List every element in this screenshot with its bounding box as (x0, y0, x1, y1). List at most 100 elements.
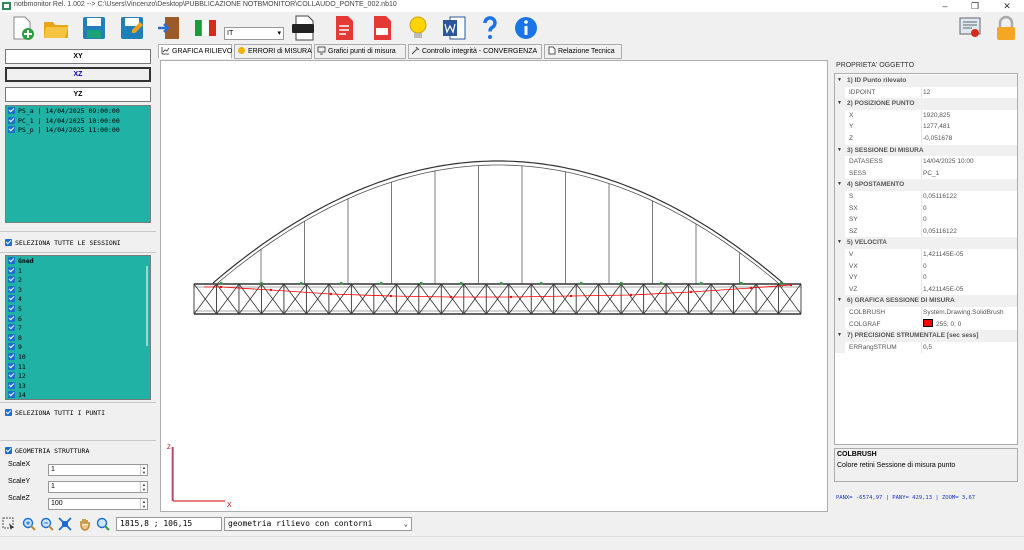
spin-arrows-icon[interactable]: ▲ ▼ (140, 482, 147, 492)
view-mode-select[interactable]: geometria rilievo con contorni ⌄ (224, 517, 412, 531)
property-row[interactable]: VZ 1,421145E-05 (835, 283, 1017, 296)
pdf-report-icon[interactable] (330, 14, 358, 42)
spin-arrows-icon[interactable]: ▲ ▼ (140, 499, 147, 509)
property-category[interactable]: ▼ 3) SESSIONE DI MISURA (835, 144, 1017, 157)
session-item[interactable]: PC_1 | 14/04/2025 10:00:00 (6, 116, 150, 127)
zoom-in-icon[interactable] (22, 517, 36, 531)
collapse-icon[interactable]: ▼ (837, 98, 842, 110)
checkbox-icon (8, 107, 15, 114)
view-xz-button[interactable]: XZ (5, 67, 151, 82)
property-row[interactable]: VY 0 (835, 272, 1017, 284)
property-row[interactable]: COLBRUSH System.Drawing.SolidBrush (835, 307, 1017, 319)
select-cursor-icon[interactable] (2, 517, 16, 531)
property-row[interactable]: V 1,421145E-05 (835, 249, 1017, 261)
csv-export-icon[interactable] (290, 14, 318, 42)
collapse-icon[interactable]: ▼ (837, 75, 842, 87)
help-icon[interactable] (476, 14, 504, 42)
scale-z-input[interactable]: 100 ▲ ▼ (48, 498, 148, 510)
tab-grafici-punti[interactable]: Grafici punti di misura (314, 44, 406, 59)
point-item[interactable]: Gned (6, 257, 150, 267)
pan-hand-icon[interactable] (78, 517, 92, 531)
exit-door-icon[interactable] (156, 14, 184, 42)
collapse-icon[interactable]: ▼ (837, 179, 842, 191)
scale-x-input[interactable]: 1 ▲ ▼ (48, 464, 148, 476)
property-category[interactable]: ▼ 2) POSIZIONE PUNTO (835, 98, 1017, 110)
spin-arrows-icon[interactable]: ▲ ▼ (140, 465, 147, 475)
property-category[interactable]: ▼ 7) PRECISIONE STRUMENTALE [sec sess] (835, 330, 1017, 342)
property-category[interactable]: ▼ 1) ID Punto rilevato (835, 75, 1017, 87)
new-file-icon[interactable] (8, 14, 36, 42)
point-item[interactable]: 14 (6, 391, 150, 399)
property-row[interactable]: IDPOINT 12 (835, 86, 1017, 99)
scale-z-label: ScaleZ (8, 495, 30, 502)
open-folder-icon[interactable] (42, 14, 70, 42)
session-item[interactable]: PS_a | 14/04/2025 09:00:00 (6, 107, 150, 117)
scale-y-input[interactable]: 1 ▲ ▼ (48, 481, 148, 493)
point-item[interactable]: 9 (6, 343, 150, 353)
property-row[interactable]: Y 1277,481 (835, 121, 1017, 133)
zoom-out-icon[interactable] (40, 517, 54, 531)
checkbox-icon (8, 391, 15, 399)
italian-flag-icon[interactable] (192, 14, 220, 42)
view-yz-button[interactable]: YZ (5, 87, 151, 102)
geometry-checkbox[interactable]: GEOMETRIA STRUTTURA (5, 445, 89, 457)
drawing-canvas[interactable]: Z X (160, 60, 828, 512)
minimize-button[interactable]: – (930, 0, 960, 12)
property-row[interactable]: SX 0 (835, 202, 1017, 215)
scrollbar[interactable] (146, 266, 148, 346)
property-row[interactable]: X 1920,825 (835, 109, 1017, 122)
tab-grafica-rilievo[interactable]: GRAFICA RILIEVO (158, 44, 232, 59)
word-document-icon[interactable] (440, 14, 468, 42)
zoom-extents-icon[interactable] (58, 517, 72, 531)
point-item[interactable]: 5 (6, 304, 150, 315)
divider (0, 231, 156, 232)
point-item[interactable]: 11 (6, 362, 150, 373)
lightbulb-icon[interactable] (404, 14, 432, 42)
tab-controllo-integrita[interactable]: Controllo integrità - CONVERGENZA (408, 44, 542, 59)
property-category[interactable]: ▼ 6) GRAFICA SESSIONE DI MISURA (835, 295, 1017, 307)
zoom-window-icon[interactable] (96, 517, 110, 531)
point-item[interactable]: 6 (6, 314, 150, 325)
collapse-icon[interactable]: ▼ (837, 330, 842, 342)
point-item[interactable]: 10 (6, 352, 150, 363)
point-item[interactable]: 8 (6, 333, 150, 344)
property-row[interactable]: SZ 0,05116122 (835, 225, 1017, 238)
session-item[interactable]: PS_p | 14/04/2025 11:00:00 (6, 126, 150, 136)
property-row[interactable]: S 0,05116122 (835, 191, 1017, 203)
coordinates-field[interactable]: 1815,8 ; 106,15 (116, 517, 222, 531)
property-row[interactable]: VX 0 (835, 260, 1017, 273)
pdf-export-icon[interactable] (368, 14, 396, 42)
select-all-points-checkbox[interactable]: SELEZIONA TUTTI I PUNTI (5, 407, 105, 419)
info-icon[interactable] (512, 14, 540, 42)
property-row[interactable]: ERRangSTRUM 0,5 (835, 341, 1017, 354)
point-item[interactable]: 3 (6, 285, 150, 296)
collapse-icon[interactable]: ▼ (837, 145, 842, 157)
restore-button[interactable]: ❐ (960, 0, 990, 12)
point-item[interactable]: 12 (6, 372, 150, 382)
tab-errori-misura[interactable]: ERRORI di MISURA (234, 44, 312, 59)
collapse-icon[interactable]: ▼ (837, 237, 842, 249)
point-item[interactable]: 7 (6, 324, 150, 334)
property-row[interactable]: Z -0,051678 (835, 133, 1017, 145)
collapse-icon[interactable]: ▼ (837, 295, 842, 307)
save-as-icon[interactable] (118, 14, 146, 42)
point-item[interactable]: 2 (6, 276, 150, 286)
point-item[interactable]: 4 (6, 295, 150, 305)
view-xy-button[interactable]: XY (5, 49, 151, 64)
property-row[interactable]: SY 0 (835, 214, 1017, 226)
lock-icon[interactable] (992, 14, 1020, 42)
close-button[interactable]: ✕ (992, 0, 1022, 12)
property-row[interactable]: SESS PC_1 (835, 167, 1017, 180)
point-list: Gned 1 2 3 4 5 6 7 8 9 10 11 12 13 14 (5, 255, 151, 400)
property-row[interactable]: DATASESS 14/04/2025 10:00 (835, 156, 1017, 168)
save-icon[interactable] (80, 14, 108, 42)
property-category[interactable]: ▼ 4) SPOSTAMENTO (835, 179, 1017, 191)
select-all-sessions-checkbox[interactable]: SELEZIONA TUTTE LE SESSIONI (5, 237, 121, 249)
point-item[interactable]: 1 (6, 266, 150, 277)
language-select[interactable]: IT ▾ (224, 27, 284, 40)
certificate-icon[interactable] (956, 14, 984, 42)
tab-relazione-tecnica[interactable]: Relazione Tecnica (544, 44, 622, 59)
property-category[interactable]: ▼ 5) VELOCITA (835, 237, 1017, 249)
point-item[interactable]: 13 (6, 381, 150, 392)
property-row[interactable]: COLGRAF 255; 0; 0 (835, 318, 1017, 331)
